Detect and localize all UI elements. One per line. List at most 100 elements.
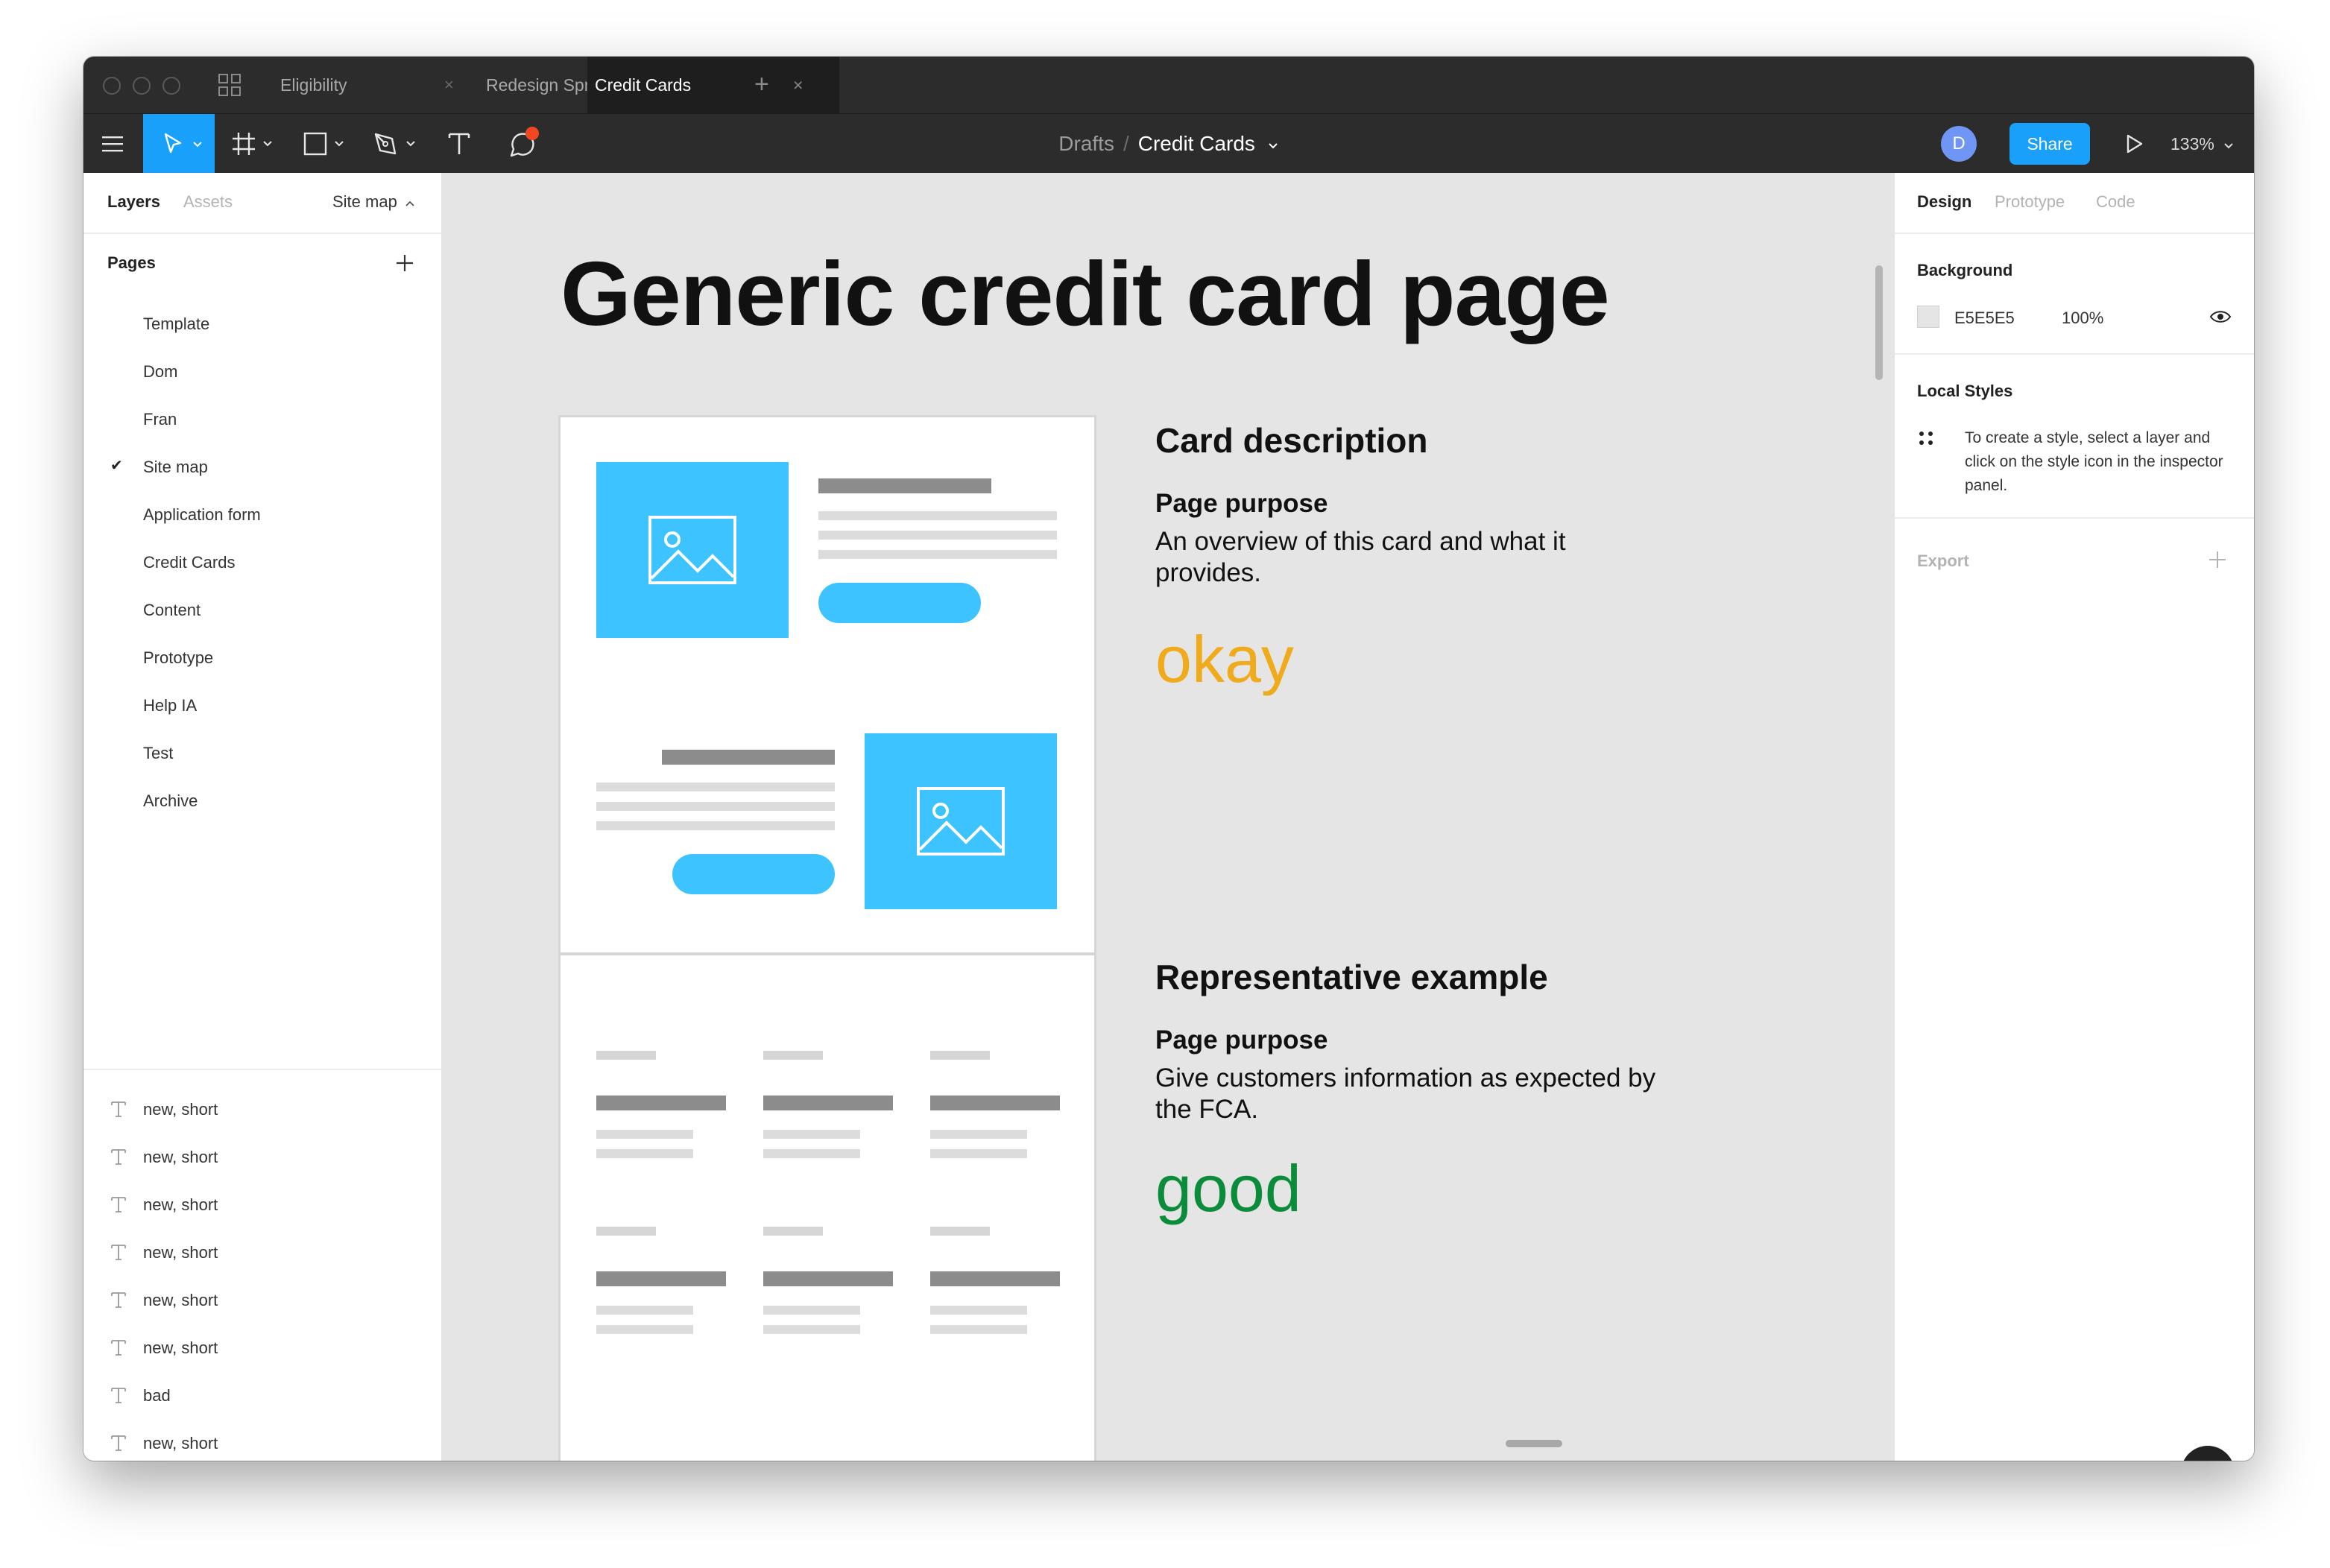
text-line-placeholder — [596, 1227, 656, 1236]
section-heading[interactable]: Card description — [1155, 420, 1428, 461]
text-layer-icon — [111, 1245, 126, 1260]
representative-example-frame[interactable] — [561, 955, 1094, 1461]
section-heading[interactable]: Representative example — [1155, 957, 1548, 997]
image-placeholder — [865, 733, 1057, 909]
close-tab-icon[interactable]: × — [444, 57, 454, 113]
text-line-placeholder — [818, 531, 1057, 540]
page-item[interactable]: Prototype — [143, 648, 213, 668]
tab-credit-cards[interactable]: Credit Cards × — [587, 57, 839, 113]
card-description-frame[interactable] — [561, 417, 1094, 952]
eye-icon[interactable] — [2209, 309, 2232, 325]
text-line-placeholder — [930, 1271, 1060, 1286]
layer-row[interactable]: new, short — [83, 1185, 441, 1230]
page-item[interactable]: Application form — [143, 505, 261, 525]
panel-divider — [83, 1069, 441, 1070]
section-body[interactable]: An overview of this card and what it pro… — [1155, 526, 1617, 589]
current-page-dropdown[interactable]: Site map — [332, 192, 415, 212]
chevron-down-icon[interactable] — [1267, 142, 1279, 151]
layer-label: new, short — [143, 1243, 218, 1262]
text-line-placeholder — [596, 821, 835, 830]
tab-assets[interactable]: Assets — [183, 192, 233, 212]
section-subheading[interactable]: Page purpose — [1155, 489, 1327, 519]
page-item[interactable]: Dom — [143, 362, 177, 382]
help-button[interactable]: ? — [2181, 1446, 2235, 1461]
file-name[interactable]: Credit Cards — [1138, 132, 1255, 155]
pages-heading: Pages — [107, 253, 156, 272]
tab-eligibility[interactable]: Eligibility — [280, 57, 440, 113]
layer-row[interactable]: new, short — [83, 1090, 441, 1134]
layer-row[interactable]: new, short — [83, 1233, 441, 1277]
avatar[interactable]: D — [1941, 126, 1977, 162]
layer-label: bad — [143, 1386, 171, 1405]
page-item[interactable]: Template — [143, 314, 209, 334]
page-title[interactable]: Generic credit card page — [561, 241, 1610, 346]
present-play-icon[interactable] — [2118, 129, 2148, 159]
minimize-window-button[interactable] — [133, 77, 151, 95]
page-item[interactable]: Site map — [143, 458, 208, 477]
text-line-placeholder — [930, 1051, 990, 1060]
background-heading: Background — [1917, 261, 2013, 279]
text-layer-icon — [111, 1292, 126, 1308]
toolbar: Drafts / Credit Cards D Share 133% — [83, 113, 2254, 174]
text-line-placeholder — [930, 1096, 1060, 1110]
tab-design[interactable]: Design — [1917, 192, 1971, 212]
page-item[interactable]: Test — [143, 744, 173, 763]
section-subheading[interactable]: Page purpose — [1155, 1025, 1327, 1055]
layer-row[interactable]: new, short — [83, 1423, 441, 1461]
background-color-swatch[interactable] — [1917, 306, 1939, 328]
text-line-placeholder — [818, 511, 1057, 520]
add-page-icon[interactable] — [395, 253, 414, 273]
tab-prototype[interactable]: Prototype — [1995, 192, 2065, 212]
text-layer-icon — [111, 1197, 126, 1213]
local-styles-heading: Local Styles — [1917, 382, 2013, 400]
background-opacity-input[interactable]: 100% — [2062, 309, 2103, 328]
add-export-icon[interactable] — [2208, 550, 2227, 569]
layer-row[interactable]: new, short — [83, 1328, 441, 1373]
tab-layers[interactable]: Layers — [107, 192, 160, 212]
rating-label[interactable]: okay — [1155, 622, 1294, 698]
text-line-placeholder — [763, 1096, 893, 1110]
text-layer-icon — [111, 1149, 126, 1165]
background-hex-input[interactable]: E5E5E5 — [1954, 309, 2015, 328]
file-browser-icon[interactable] — [218, 73, 241, 97]
canvas[interactable]: Generic credit card page Card descriptio… — [443, 173, 1893, 1461]
button-placeholder — [818, 583, 981, 623]
section-body[interactable]: Give customers information as expected b… — [1155, 1063, 1677, 1125]
layer-label: new, short — [143, 1100, 218, 1119]
layer-row[interactable]: new, short — [83, 1280, 441, 1325]
page-item[interactable]: Archive — [143, 791, 198, 811]
text-layer-icon — [111, 1101, 126, 1117]
local-styles-hint: To create a style, select a layer and cl… — [1965, 429, 2223, 494]
text-line-placeholder — [763, 1130, 860, 1139]
breadcrumb-drafts[interactable]: Drafts — [1058, 132, 1114, 155]
heading-placeholder — [662, 750, 835, 765]
close-tab-icon[interactable]: × — [793, 57, 803, 113]
vertical-scrollbar[interactable] — [1875, 265, 1883, 380]
chevron-up-icon — [405, 200, 414, 206]
new-tab-icon[interactable]: + — [754, 57, 769, 113]
page-item[interactable]: Credit Cards — [143, 553, 235, 572]
layer-row[interactable]: bad — [83, 1376, 441, 1420]
text-line-placeholder — [596, 802, 835, 811]
text-line-placeholder — [596, 1306, 693, 1315]
page-item[interactable]: Help IA — [143, 696, 197, 715]
rating-label[interactable]: good — [1155, 1151, 1301, 1227]
text-line-placeholder — [763, 1149, 860, 1158]
zoom-dropdown[interactable]: 133% — [2170, 114, 2234, 174]
page-item[interactable]: Content — [143, 601, 201, 620]
checkmark-icon: ✔ — [110, 458, 123, 474]
text-line-placeholder — [763, 1325, 860, 1334]
text-line-placeholder — [930, 1130, 1027, 1139]
page-item[interactable]: Fran — [143, 410, 177, 429]
properties-panel: Design Prototype Code Background E5E5E5 … — [1893, 173, 2254, 1461]
chevron-down-icon — [2224, 143, 2233, 149]
layer-row[interactable]: new, short — [83, 1137, 441, 1182]
tab-code[interactable]: Code — [2096, 192, 2135, 212]
text-layer-icon — [111, 1388, 126, 1403]
heading-placeholder — [818, 478, 991, 493]
close-window-button[interactable] — [103, 77, 121, 95]
zoom-window-button[interactable] — [162, 77, 180, 95]
share-button[interactable]: Share — [2009, 123, 2090, 165]
horizontal-scrollbar[interactable] — [1506, 1440, 1562, 1447]
app-window: Eligibility × Redesign Sprints × Credit … — [83, 57, 2254, 1461]
